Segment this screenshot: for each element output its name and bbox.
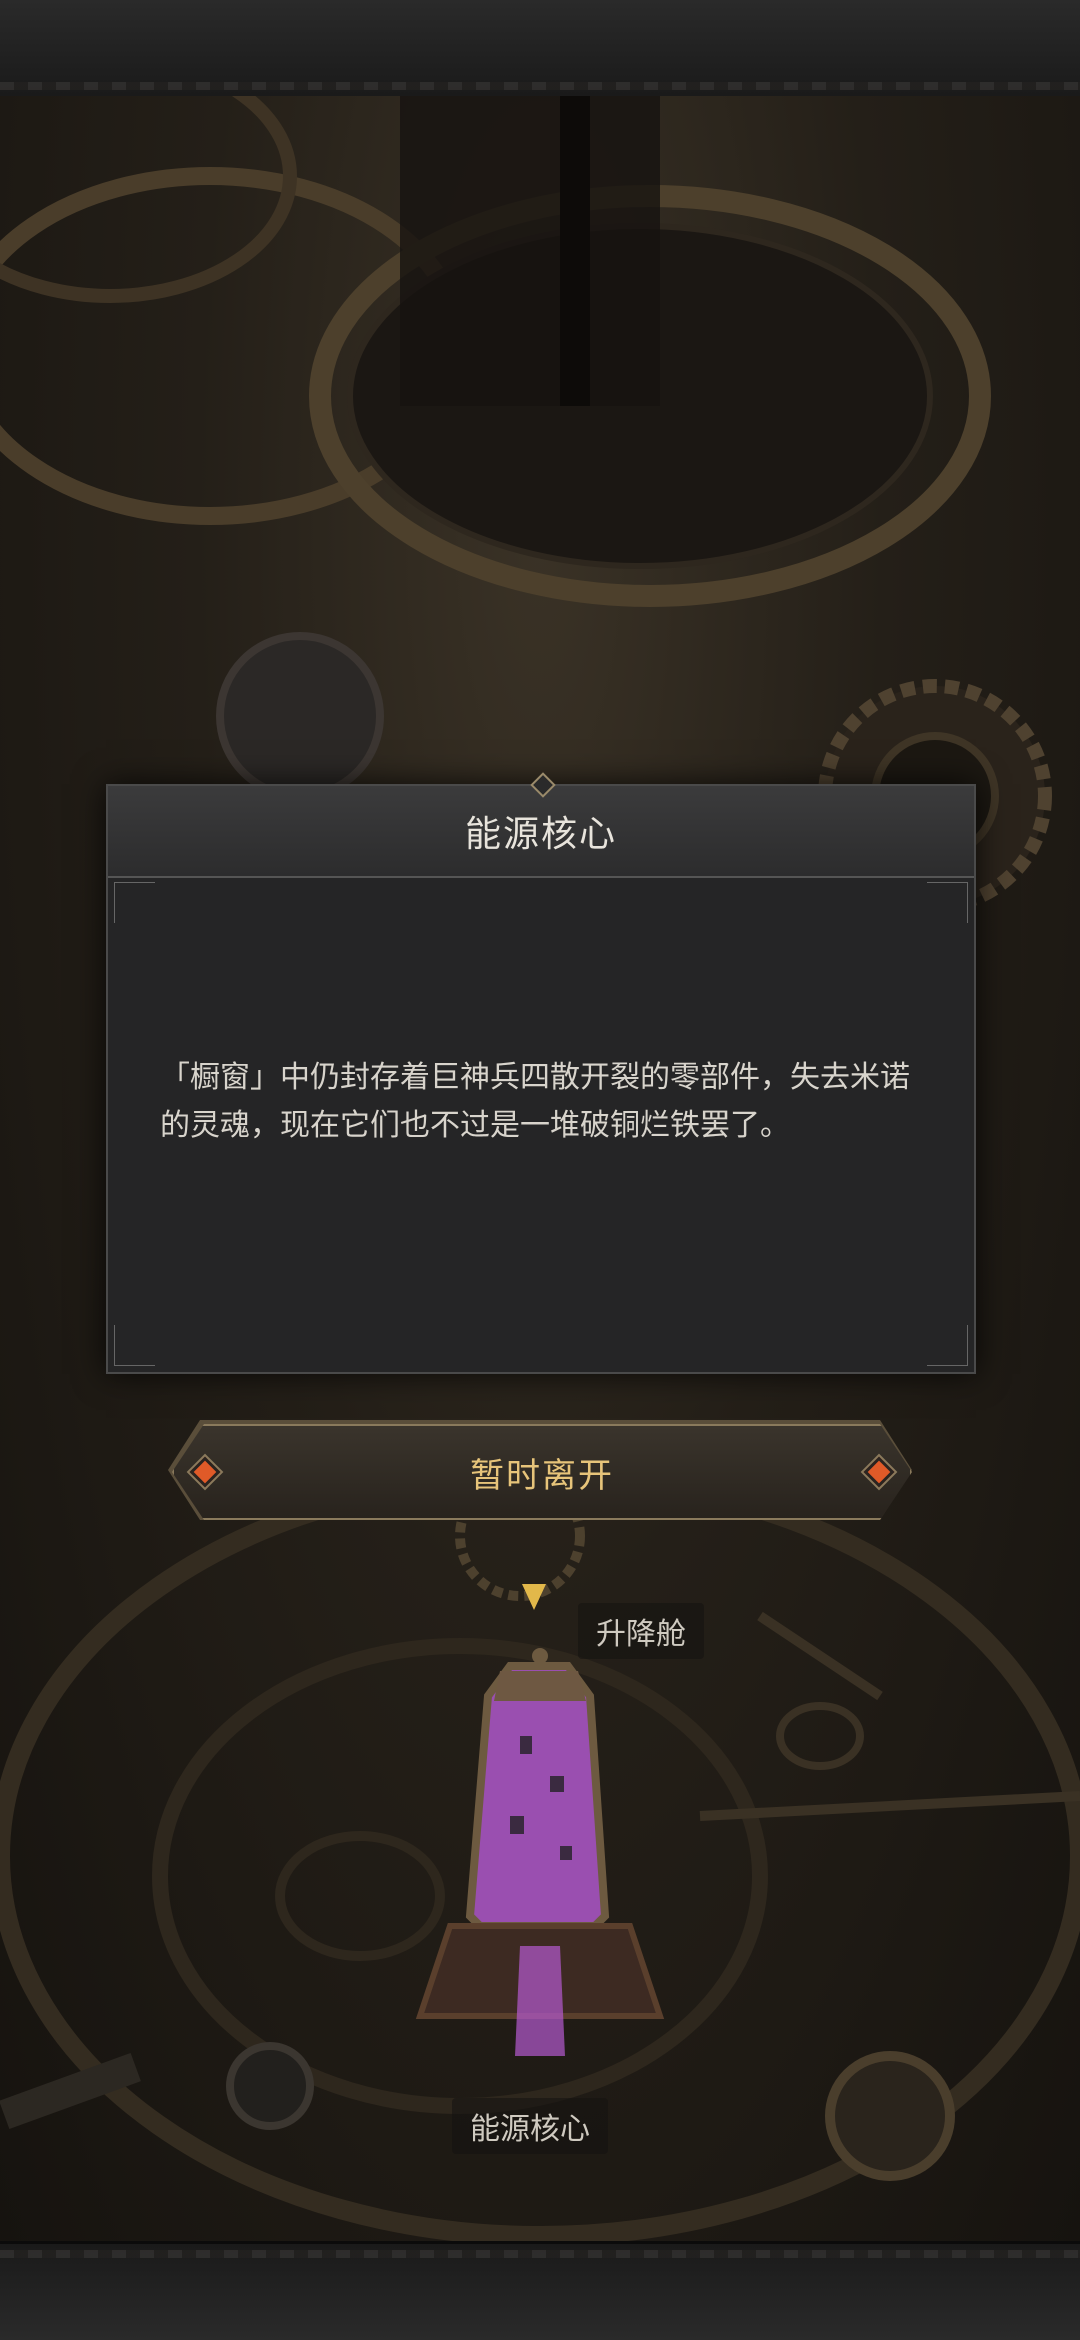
elevator-label[interactable]: 升降舱	[578, 1603, 704, 1659]
energy-core-crystal	[465, 1662, 610, 1930]
dialog-header: 能源核心	[108, 786, 974, 878]
corner-ornament	[114, 1325, 155, 1366]
energy-core-label[interactable]: 能源核心	[452, 2098, 608, 2154]
dialog-body-text: 「橱窗」中仍封存着巨神兵四散开裂的零部件，失去米诺的灵魂，现在它们也不过是一堆破…	[160, 1060, 910, 1143]
dialog-title: 能源核心	[464, 814, 617, 855]
corner-ornament	[927, 882, 968, 923]
location-marker-icon[interactable]	[522, 1584, 546, 1610]
top-ornament-bar	[0, 0, 1080, 99]
corner-ornament	[114, 882, 155, 923]
corner-ornament	[927, 1325, 968, 1366]
leave-button[interactable]: 暂时离开	[172, 1424, 912, 1520]
leave-button-label: 暂时离开	[470, 1455, 614, 1496]
bottom-ornament-bar	[0, 2241, 1080, 2340]
info-dialog: 能源核心 「橱窗」中仍封存着巨神兵四散开裂的零部件，失去米诺的灵魂，现在它们也不…	[106, 772, 976, 1374]
